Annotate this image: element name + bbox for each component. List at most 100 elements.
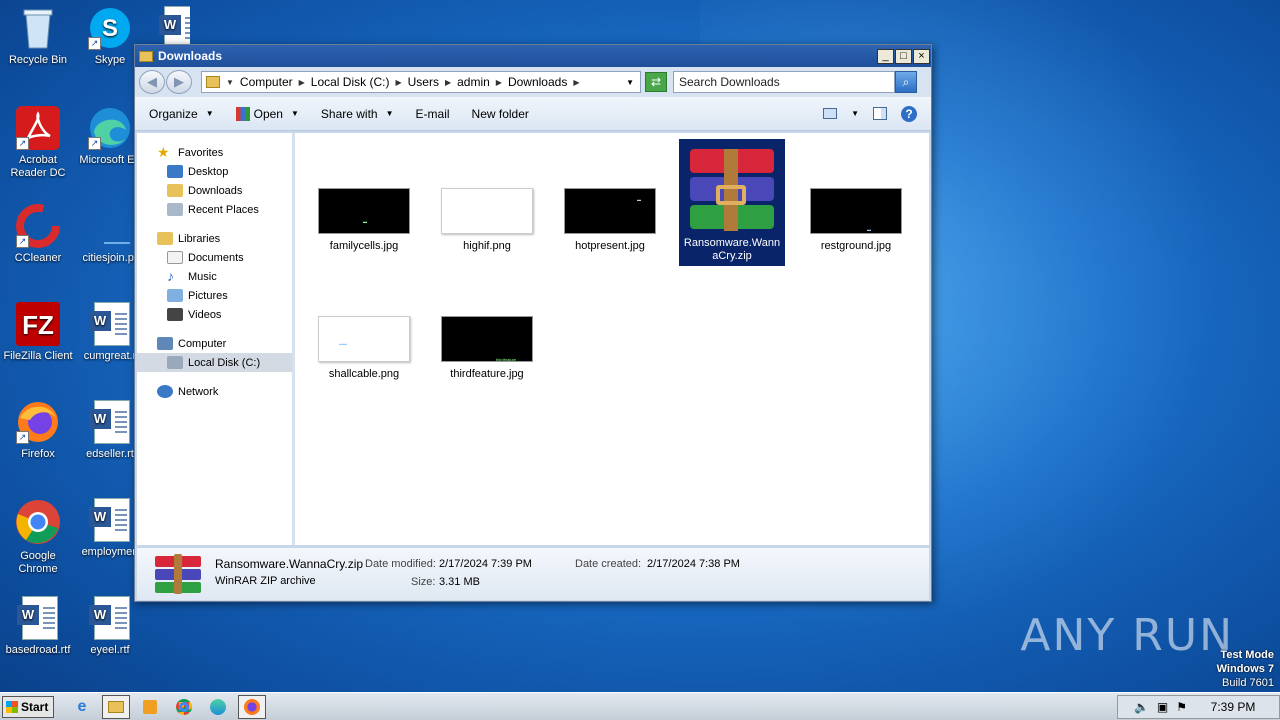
desktop-icon-label: basedroad.rtf <box>5 644 71 656</box>
search-input[interactable]: Search Downloads <box>673 71 895 93</box>
nav-libraries[interactable]: Libraries <box>137 229 292 248</box>
view-options-icon[interactable] <box>823 108 838 119</box>
file-name: shallcable.png <box>328 368 400 380</box>
search-icon[interactable]: ⌕ <box>895 71 917 93</box>
file-list: ▬ familycells.jpg highif.png ▬ hotpresen… <box>295 133 929 545</box>
nav-pictures[interactable]: Pictures <box>137 286 292 305</box>
share-with-button[interactable]: Share with ▼ <box>321 107 394 121</box>
file-item[interactable]: ▬ familycells.jpg <box>311 188 417 253</box>
nav-recent-places[interactable]: Recent Places <box>137 200 292 219</box>
chevron-right-icon[interactable]: ▶ <box>299 78 305 87</box>
file-item[interactable]: ▬ hotpresent.jpg <box>557 188 663 253</box>
taskbar-explorer[interactable] <box>102 694 130 719</box>
window-title: Downloads <box>158 49 223 63</box>
file-item[interactable]: ▬ restground.jpg <box>803 188 909 253</box>
desktop-icon-label: cumgreat.r <box>83 350 137 362</box>
explorer-window[interactable]: Downloads _ □ × ◀ ▶ ▼ Computer ▶ Local D… <box>134 44 932 602</box>
clock[interactable]: 7:39 PM <box>1195 700 1271 714</box>
word-icon <box>88 498 132 542</box>
desktop-icon-eyeel[interactable]: eyeel.rtf <box>72 596 148 657</box>
volume-icon[interactable]: 🔈 <box>1134 700 1149 714</box>
nav-favorites[interactable]: ★ Favorites <box>137 143 292 162</box>
windows-logo-icon <box>6 700 18 713</box>
breadcrumb-local-disk[interactable]: Local Disk (C:) <box>311 75 390 89</box>
help-icon[interactable]: ? <box>901 105 917 122</box>
taskbar-ie[interactable]: e <box>68 695 96 719</box>
desktop-icon-label: CCleaner <box>14 252 62 264</box>
nav-downloads[interactable]: Downloads <box>137 181 292 200</box>
file-item[interactable]: highif.png <box>434 188 540 253</box>
address-bar[interactable]: ▼ Computer ▶ Local Disk (C:) ▶ Users ▶ a… <box>201 71 641 93</box>
desktop-icon-ccleaner[interactable]: ↗ CCleaner <box>0 204 76 265</box>
chevron-down-icon[interactable]: ▼ <box>626 78 634 87</box>
chevron-right-icon[interactable]: ▼ <box>226 78 234 87</box>
navigation-pane: ★ Favorites Desktop Downloads Recent Plac… <box>137 133 295 545</box>
file-item-selected[interactable]: Ransomware.WannaCry.zip <box>679 139 785 266</box>
desktop-icon-acrobat[interactable]: ↗ Acrobat Reader DC <box>0 106 76 180</box>
back-button[interactable]: ◀ <box>139 70 165 94</box>
anyrun-watermark: ANY RUN <box>1020 610 1234 661</box>
action-center-icon[interactable]: ⚑ <box>1176 700 1187 714</box>
chevron-right-icon[interactable]: ▶ <box>496 78 502 87</box>
chevron-right-icon[interactable]: ▶ <box>445 78 451 87</box>
maximize-button[interactable]: □ <box>895 48 912 64</box>
file-item[interactable]: ▬▬ shallcable.png <box>311 316 417 381</box>
word-icon <box>88 302 132 346</box>
start-button[interactable]: Start <box>2 695 54 718</box>
refresh-button[interactable]: ⇄ <box>645 72 667 92</box>
network-tray-icon[interactable]: ▣ <box>1157 700 1168 714</box>
file-item[interactable]: thirdfeature thirdfeature.jpg <box>434 316 540 381</box>
desktop-icon-word-top[interactable] <box>146 6 190 44</box>
nav-local-disk[interactable]: Local Disk (C:) <box>137 353 292 372</box>
taskbar-edge[interactable] <box>204 695 232 719</box>
breadcrumb-users[interactable]: Users <box>408 75 439 89</box>
taskbar-chrome[interactable] <box>170 695 198 719</box>
desktop-icon-label: employmen <box>81 546 139 558</box>
desktop-icon-label: Recycle Bin <box>8 54 68 66</box>
nav-desktop[interactable]: Desktop <box>137 162 292 181</box>
close-button[interactable]: × <box>913 48 930 64</box>
email-button[interactable]: E-mail <box>416 107 450 121</box>
desktop-icon-basedroad[interactable]: basedroad.rtf <box>0 596 76 657</box>
preview-pane-icon[interactable] <box>873 107 887 120</box>
desktop-icon-label: FileZilla Client <box>3 350 73 362</box>
details-size-label: Size: <box>411 576 436 588</box>
ccleaner-icon: ↗ <box>16 204 60 248</box>
new-folder-button[interactable]: New folder <box>472 107 529 121</box>
forward-button[interactable]: ▶ <box>166 70 192 94</box>
nav-computer[interactable]: Computer <box>137 334 292 353</box>
nav-network[interactable]: Network <box>137 382 292 401</box>
firefox-icon <box>244 698 260 715</box>
desktop-icon-recycle-bin[interactable]: Recycle Bin <box>0 6 76 67</box>
details-size: 3.31 MB <box>439 576 480 588</box>
desktop-icon-firefox[interactable]: ↗ Firefox <box>0 400 76 461</box>
desktop-icon-chrome[interactable]: Google Chrome <box>0 498 76 576</box>
taskbar-media-player[interactable] <box>136 695 164 719</box>
nav-documents[interactable]: Documents <box>137 248 292 267</box>
window-titlebar[interactable]: Downloads _ □ × <box>135 45 931 67</box>
shortcut-arrow-icon: ↗ <box>88 37 101 50</box>
desktop-icon-filezilla[interactable]: FZ FileZilla Client <box>0 302 76 363</box>
minimize-button[interactable]: _ <box>877 48 894 64</box>
breadcrumb-computer[interactable]: Computer <box>240 75 293 89</box>
desktop-icon-label: edseller.rt <box>86 448 134 460</box>
nav-music[interactable]: ♪ Music <box>137 267 292 286</box>
breadcrumb-admin[interactable]: admin <box>457 75 490 89</box>
command-bar: Organize ▼ Open ▼ Share with ▼ E-mail New f… <box>135 97 931 131</box>
image-thumbnail: ▬ <box>810 188 902 234</box>
skype-icon: S ↗ <box>88 6 132 50</box>
breadcrumb-downloads[interactable]: Downloads <box>508 75 567 89</box>
chevron-right-icon[interactable]: ▶ <box>573 78 579 87</box>
internet-explorer-icon: e <box>77 697 87 715</box>
organize-button[interactable]: Organize ▼ <box>149 107 214 121</box>
open-button[interactable]: Open ▼ <box>235 106 299 121</box>
file-name: restground.jpg <box>820 240 892 252</box>
shortcut-arrow-icon: ↗ <box>88 137 101 150</box>
taskbar-firefox[interactable] <box>238 694 266 719</box>
file-name: highif.png <box>463 240 511 252</box>
music-icon: ♪ <box>167 268 174 284</box>
word-icon <box>16 596 60 640</box>
nav-videos[interactable]: Videos <box>137 305 292 324</box>
chevron-down-icon[interactable]: ▼ <box>851 109 859 118</box>
chevron-right-icon[interactable]: ▶ <box>395 78 401 87</box>
